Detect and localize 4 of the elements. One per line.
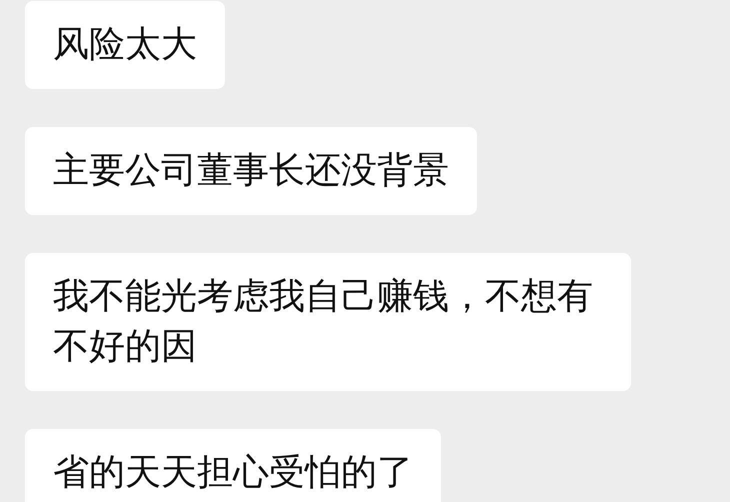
message-bubble: 主要公司董事长还没背景 <box>25 127 477 215</box>
message-bubble: 风险太大 <box>25 1 225 89</box>
message-bubble: 我不能光考虑我自己赚钱，不想有不好的因 <box>25 253 631 391</box>
message-bubble: 省的天天担心受怕的了 <box>25 429 441 502</box>
